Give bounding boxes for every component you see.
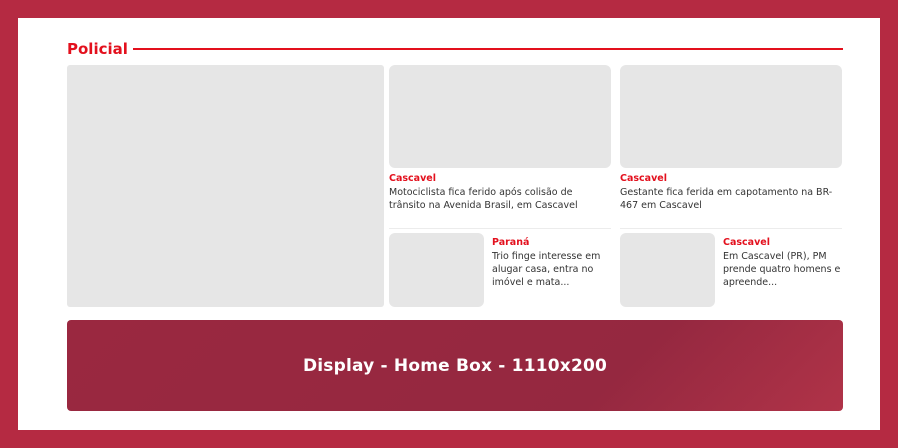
section-header: Policial: [67, 39, 843, 59]
news-card-1-title[interactable]: Motociclista fica ferido após colisão de…: [389, 186, 611, 212]
news-card-3-image[interactable]: [389, 233, 484, 307]
display-ad-banner[interactable]: Display - Home Box - 1110x200: [67, 320, 843, 411]
news-card-4-title[interactable]: Em Cascavel (PR), PM prende quatro homen…: [723, 250, 843, 289]
card-divider: [620, 228, 842, 229]
news-card-4-category[interactable]: Cascavel: [723, 237, 843, 248]
news-card-1-image[interactable]: [389, 65, 611, 168]
news-card-2[interactable]: Cascavel Gestante fica ferida em capotam…: [620, 173, 842, 212]
section-title[interactable]: Policial: [67, 40, 128, 58]
news-card-1-category[interactable]: Cascavel: [389, 173, 611, 184]
news-card-2-title[interactable]: Gestante fica ferida em capotamento na B…: [620, 186, 842, 212]
news-card-4[interactable]: Cascavel Em Cascavel (PR), PM prende qua…: [723, 237, 843, 289]
news-card-2-image[interactable]: [620, 65, 842, 168]
news-card-3[interactable]: Paraná Trio finge interesse em alugar ca…: [492, 237, 610, 289]
news-card-3-category[interactable]: Paraná: [492, 237, 610, 248]
featured-news-image[interactable]: [67, 65, 384, 307]
card-divider: [389, 228, 611, 229]
news-card-1[interactable]: Cascavel Motociclista fica ferido após c…: [389, 173, 611, 212]
policial-section-panel: Policial Cascavel Motociclista fica feri…: [18, 18, 880, 430]
news-card-4-image[interactable]: [620, 233, 715, 307]
news-card-3-title[interactable]: Trio finge interesse em alugar casa, ent…: [492, 250, 610, 289]
section-rule: [132, 48, 843, 50]
banner-label: Display - Home Box - 1110x200: [302, 355, 608, 376]
news-card-2-category[interactable]: Cascavel: [620, 173, 842, 184]
